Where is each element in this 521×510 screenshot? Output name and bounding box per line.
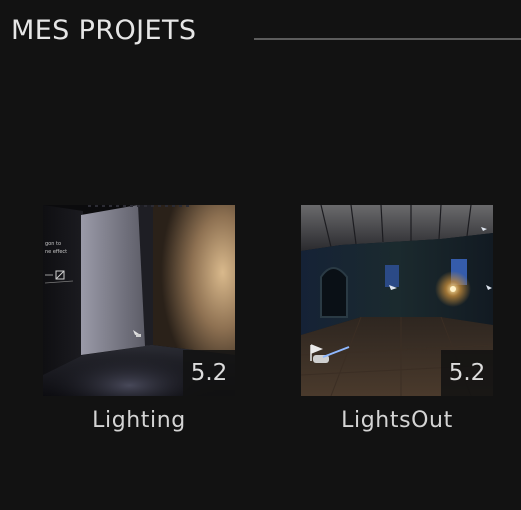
project-name[interactable]: LightsOut <box>301 407 493 435</box>
engine-version-badge: 5.2 <box>441 350 493 396</box>
svg-text:ne effect: ne effect <box>45 249 67 255</box>
section-title: MES PROJETS <box>11 15 197 46</box>
svg-text:gon to: gon to <box>45 241 61 247</box>
project-card-lighting[interactable]: gon to ne effect 5.2 Lighting <box>43 205 235 435</box>
project-thumbnail[interactable]: 5.2 <box>301 205 493 396</box>
project-name[interactable]: Lighting <box>43 407 235 435</box>
project-thumbnail[interactable]: gon to ne effect 5.2 <box>43 205 235 396</box>
engine-version-badge: 5.2 <box>183 350 235 396</box>
project-card-lightsout[interactable]: 5.2 LightsOut <box>301 205 493 435</box>
section-divider <box>254 38 521 40</box>
